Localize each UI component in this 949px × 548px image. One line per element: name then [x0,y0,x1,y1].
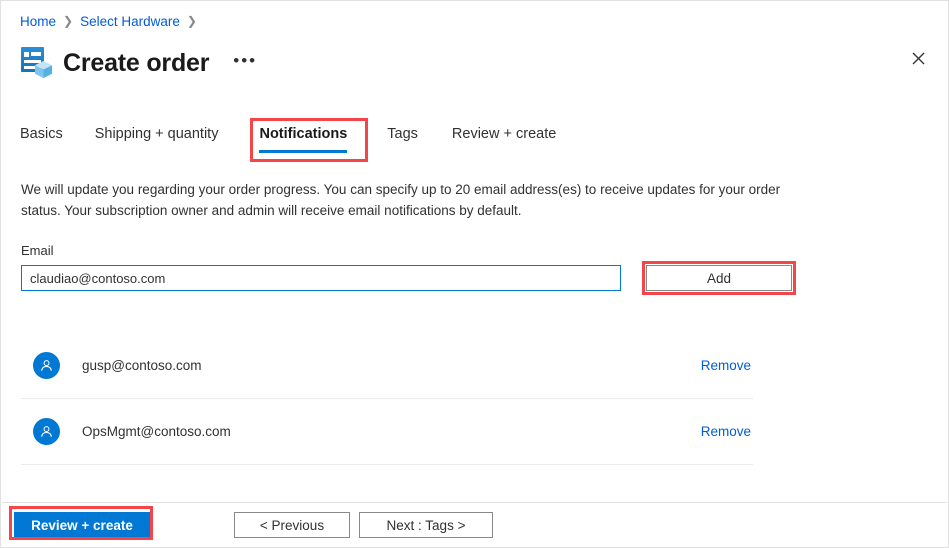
tab-notifications[interactable]: Notifications [259,125,347,153]
remove-recipient-link[interactable]: Remove [701,424,751,439]
remove-recipient-link[interactable]: Remove [701,358,751,373]
blade-title-row: Create order ••• [20,43,261,83]
create-order-blade: Home ❯ Select Hardware ❯ Create order ••… [0,0,949,548]
add-email-button[interactable]: Add [646,265,792,291]
breadcrumb: Home ❯ Select Hardware ❯ [20,11,204,31]
close-icon[interactable] [902,42,934,74]
breadcrumb-item-select-hardware[interactable]: Select Hardware [80,14,180,29]
list-item: gusp@contoso.com Remove [21,333,753,399]
review-create-button[interactable]: Review + create [14,512,150,538]
person-icon [33,352,60,379]
recipient-list: gusp@contoso.com Remove OpsMgmt@contoso.… [21,333,753,465]
email-field-label: Email [21,243,54,258]
breadcrumb-separator-icon: ❯ [186,14,197,28]
wizard-tabs: Basics Shipping + quantity Notifications… [20,125,588,159]
more-options-icon[interactable]: ••• [229,48,261,79]
next-tags-button[interactable]: Next : Tags > [359,512,493,538]
notifications-description: We will update you regarding your order … [21,182,781,218]
tab-shipping-quantity[interactable]: Shipping + quantity [95,125,219,153]
breadcrumb-separator-icon: ❯ [63,14,74,28]
page-title: Create order [63,48,210,77]
recipient-email: OpsMgmt@contoso.com [82,424,231,439]
order-blade-icon [20,46,54,80]
email-input[interactable] [21,265,621,291]
tab-tags[interactable]: Tags [387,125,418,153]
list-item: OpsMgmt@contoso.com Remove [21,399,753,465]
recipient-email: gusp@contoso.com [82,358,202,373]
wizard-footer: Review + create < Previous Next : Tags > [2,502,947,547]
person-icon [33,418,60,445]
previous-button[interactable]: < Previous [234,512,350,538]
breadcrumb-item-home[interactable]: Home [20,14,56,29]
tab-review-create[interactable]: Review + create [452,125,556,153]
tab-basics[interactable]: Basics [20,125,63,153]
cube-icon [34,60,53,79]
